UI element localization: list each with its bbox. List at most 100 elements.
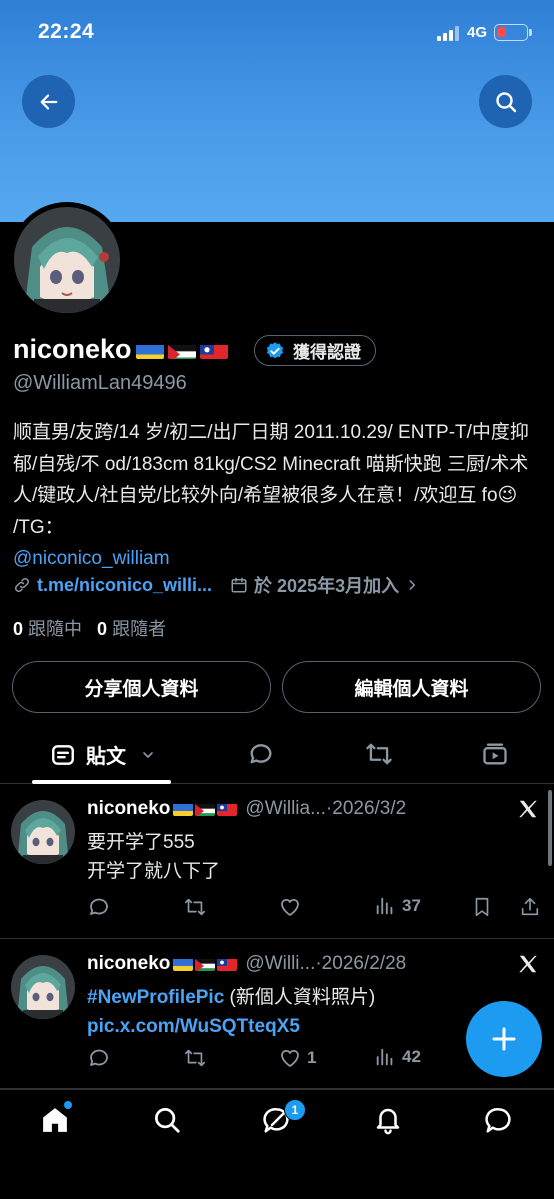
messages-badge: 1	[284, 1099, 306, 1121]
media-link[interactable]: pic.x.com/WuSQTteqX5	[87, 1016, 300, 1037]
reply-bubble-icon	[250, 744, 272, 764]
chevron-down-icon	[143, 751, 153, 758]
search-icon	[155, 1108, 180, 1133]
like-stat[interactable]: 1	[278, 1046, 316, 1070]
wink-emoji-icon: 😉	[497, 485, 518, 506]
flag-taiwan-icon	[199, 340, 228, 359]
hashtag-link[interactable]: #NewProfilePic	[87, 987, 224, 1008]
tweet-text-body: (新個人資料照片)	[224, 987, 376, 1008]
bookmark-icon[interactable]	[471, 895, 493, 919]
arrow-left-icon	[40, 93, 57, 110]
bio-tg-link[interactable]: @niconico_william	[13, 548, 170, 569]
flag-taiwan-icon	[217, 957, 238, 971]
following-count: 0	[13, 619, 24, 639]
profile-handle: @WilliamLan49496	[13, 372, 187, 394]
views-count: 42	[402, 1047, 421, 1066]
tweet-item[interactable]: niconeko @Willi... ·2026/2/28 #NewProfil…	[0, 940, 554, 1089]
media-icon	[483, 743, 507, 765]
joined-date: 於 2025年3月加入	[254, 576, 400, 596]
home-icon	[43, 1108, 67, 1132]
tweet-date: ·2026/2/28	[315, 953, 407, 974]
flag-palestine-icon	[167, 340, 196, 359]
share-profile-button[interactable]: 分享個人資料	[12, 661, 271, 713]
compose-post-button[interactable]	[466, 1001, 542, 1077]
tweet-date: ·2026/3/2	[325, 798, 407, 819]
views-chart-icon	[376, 1048, 393, 1066]
tab-media[interactable]	[481, 740, 509, 773]
profile-bio: 顺直男/友跨/14 岁/初二/出厂日期 2011.10.29/ ENTP-T/中…	[13, 417, 543, 575]
profile-name: niconeko	[13, 334, 228, 365]
reply-icon[interactable]	[87, 1046, 111, 1070]
repost-icon[interactable]	[183, 895, 207, 919]
tab-reposts[interactable]	[364, 740, 394, 773]
views-stat[interactable]: 37	[374, 895, 421, 917]
plus-icon	[492, 1027, 516, 1051]
chevron-right-icon[interactable]	[405, 578, 419, 592]
tweet-handle: @Willia...	[245, 798, 326, 819]
flag-ukraine-icon	[173, 802, 194, 816]
status-time: 22:24	[38, 20, 95, 43]
website-link[interactable]: t.me/niconico_willi...	[37, 575, 212, 596]
flag-palestine-icon	[195, 957, 216, 971]
tab-active-indicator	[32, 780, 171, 784]
back-button[interactable]	[22, 75, 75, 128]
profile-avatar[interactable]	[9, 202, 125, 318]
tweet-avatar[interactable]	[11, 800, 75, 864]
verified-check-icon	[266, 341, 284, 358]
search-icon	[495, 91, 516, 112]
tweet-avatar[interactable]	[11, 955, 75, 1019]
home-notification-dot	[64, 1101, 72, 1109]
tab-replies[interactable]	[247, 740, 275, 773]
tweet-header: niconeko @Willi... ·2026/2/28	[87, 953, 406, 975]
following-link[interactable]: 0 跟隨中	[13, 619, 82, 639]
repost-icon	[366, 743, 392, 765]
nav-search[interactable]	[152, 1105, 182, 1140]
share-icon[interactable]	[519, 895, 541, 919]
tweet-text: 要开学了555 开学了就八下了	[87, 828, 220, 886]
posts-icon	[52, 744, 74, 765]
nav-messages[interactable]	[484, 1105, 514, 1140]
tab-posts-label: 貼文	[86, 746, 126, 768]
search-button[interactable]	[479, 75, 532, 128]
tweet-item[interactable]: niconeko @Willia... ·2026/3/2 要开学了555 开学…	[0, 785, 554, 939]
views-count: 37	[402, 896, 421, 915]
tweet-author-name[interactable]: niconeko	[87, 953, 170, 975]
followers-count: 0	[97, 619, 108, 639]
tweet-author-name[interactable]: niconeko	[87, 798, 170, 820]
following-label: 跟隨中	[28, 619, 83, 639]
verified-badge-button[interactable]: 獲得認證	[254, 335, 376, 366]
views-chart-icon	[376, 897, 393, 915]
like-icon[interactable]	[278, 895, 302, 919]
signal-icon	[437, 26, 459, 41]
bell-icon	[376, 1108, 400, 1135]
status-bar: 22:24 4G	[0, 0, 554, 66]
tweet-header: niconeko @Willia... ·2026/3/2	[87, 798, 406, 820]
repost-icon[interactable]	[183, 1046, 207, 1070]
tweet-text-line: 开学了就八下了	[87, 861, 221, 882]
flag-ukraine-icon	[173, 957, 194, 971]
edit-profile-button[interactable]: 編輯個人資料	[282, 661, 541, 713]
link-icon	[14, 577, 30, 593]
followers-label: 跟隨者	[112, 619, 167, 639]
avatar-image	[14, 207, 120, 313]
follow-counts: 0 跟隨中 0 跟隨者	[13, 615, 166, 641]
followers-link[interactable]: 0 跟隨者	[97, 619, 166, 639]
flag-ukraine-icon	[135, 340, 164, 359]
x-logo-icon	[519, 800, 537, 818]
x-logo-icon	[519, 955, 537, 973]
profile-meta: t.me/niconico_willi... 於 2025年3月加入	[13, 572, 419, 598]
tweet-handle: @Willi...	[245, 953, 316, 974]
like-icon	[281, 1049, 299, 1067]
nav-home[interactable]	[40, 1105, 70, 1140]
bio-text: 顺直男/友跨/14 岁/初二/出厂日期 2011.10.29/ ENTP-T/中…	[13, 422, 529, 506]
nav-notifications[interactable]	[373, 1105, 403, 1140]
flag-palestine-icon	[195, 802, 216, 816]
tab-posts[interactable]: 貼文	[50, 740, 156, 769]
likes-count: 1	[307, 1048, 317, 1067]
calendar-icon	[231, 577, 247, 593]
flag-taiwan-icon	[217, 802, 238, 816]
network-label: 4G	[467, 24, 488, 41]
tweet-actions: 37	[87, 895, 543, 921]
reply-icon[interactable]	[87, 895, 111, 919]
views-stat[interactable]: 42	[374, 1046, 421, 1068]
